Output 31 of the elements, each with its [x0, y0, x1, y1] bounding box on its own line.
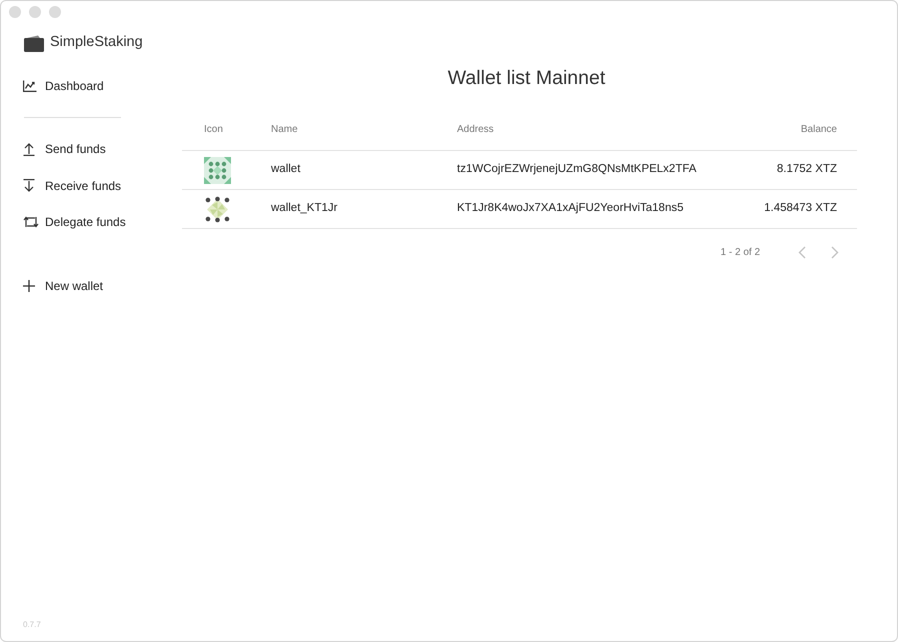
identicon-icon — [204, 156, 231, 184]
column-header: Balance — [800, 123, 837, 137]
plus-icon — [23, 280, 35, 292]
sidebar-item[interactable]: Send funds — [1, 139, 160, 159]
wallet-name-cell-text: wallet — [271, 162, 302, 178]
wallet-balance-cell-text: 1.458473 XTZ — [764, 201, 837, 216]
sidebar-item[interactable]: Dashboard — [1, 76, 160, 96]
column-header: Icon — [204, 123, 224, 137]
chevron-right-icon — [831, 246, 839, 258]
column-header: Name — [271, 123, 299, 137]
sidebar-item[interactable]: New wallet — [1, 276, 160, 296]
chart-icon — [23, 80, 37, 92]
wallet-balance-cell-text: 8.1752 XTZ — [776, 162, 837, 178]
wallet-name-cell-text: wallet_KT1Jr — [271, 201, 338, 216]
window-zoom-button[interactable] — [49, 6, 61, 18]
column-header: Address — [457, 123, 495, 137]
window-close-button[interactable] — [9, 6, 21, 18]
page-title: Wallet list Mainnet — [448, 66, 606, 92]
identicon-icon — [204, 196, 231, 222]
window-minimize-button[interactable] — [29, 6, 41, 18]
wallet-address-cell-text: tz1WCojrEZWrjenejUZmG8QNsMtKPELx2TFA — [457, 162, 698, 178]
wallet-logo-icon — [24, 34, 44, 52]
chevron-left-icon — [798, 246, 806, 258]
sidebar-item[interactable]: Delegate funds — [1, 212, 160, 232]
arrow-up-icon — [23, 142, 35, 156]
wallet-address-cell-text: KT1Jr8K4woJx7XA1xAjFU2YeorHviTa18ns5 — [457, 201, 684, 216]
pagination-range: 1 - 2 of 2 — [720, 246, 760, 260]
arrow-down-icon — [23, 179, 35, 192]
repeat-icon — [23, 216, 39, 228]
sidebar-item[interactable]: Receive funds — [1, 176, 160, 196]
app-name: SimpleStaking — [50, 33, 143, 52]
